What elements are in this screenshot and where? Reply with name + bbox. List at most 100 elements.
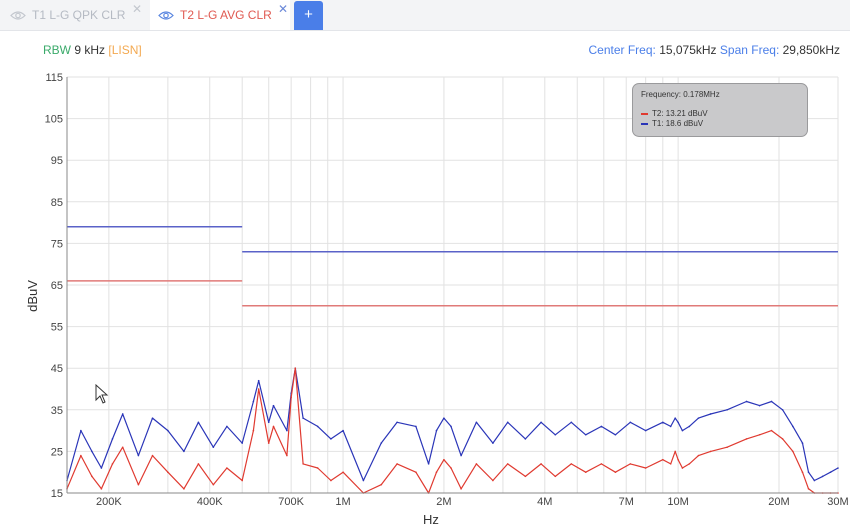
data-point-t1 <box>745 400 748 403</box>
x-tick-label: 1M <box>335 496 350 508</box>
data-point-t2 <box>241 479 243 482</box>
data-point-t2 <box>252 429 255 432</box>
data-point-t1 <box>435 429 438 432</box>
data-point-t2 <box>674 450 676 453</box>
data-point-t1 <box>137 454 140 457</box>
x-tick-label: 700K <box>278 496 304 508</box>
data-point-t2 <box>272 425 275 428</box>
data-point-t1 <box>100 467 103 469</box>
data-point-t1 <box>758 404 761 407</box>
data-point-t2 <box>91 475 93 478</box>
data-point-t2 <box>758 433 761 436</box>
data-point-t2 <box>257 388 260 390</box>
data-point-t2 <box>294 367 297 370</box>
data-point-t1 <box>644 429 647 432</box>
data-point-t1 <box>396 421 398 424</box>
y-axis-label: dBuV <box>25 280 40 312</box>
legend-entry-t2: T2: 13.21 dBuV <box>641 109 708 118</box>
data-point-t2 <box>121 446 124 449</box>
data-point-t1 <box>697 417 700 419</box>
x-tick-label: 400K <box>197 496 223 508</box>
x-tick-label: 4M <box>537 496 552 508</box>
data-point-t1 <box>252 400 255 403</box>
data-point-t2 <box>183 488 185 490</box>
data-point-t2 <box>540 463 542 465</box>
data-point-t1 <box>629 421 632 424</box>
data-point-t2 <box>570 463 573 465</box>
data-point-t2 <box>524 475 527 478</box>
data-point-t1 <box>267 421 270 424</box>
data-point-t2 <box>681 467 684 469</box>
series-line-t1 <box>66 367 839 482</box>
y-tick-label: 25 <box>51 446 63 458</box>
data-point-t1 <box>506 421 509 424</box>
x-tick-label: 2M <box>436 496 451 508</box>
data-point-t2 <box>745 438 748 440</box>
data-point-t2 <box>492 479 494 482</box>
legend-label-t2: T2: 13.21 dBuV <box>652 109 708 118</box>
data-point-t1 <box>167 429 169 432</box>
data-point-t2 <box>111 463 114 465</box>
data-point-t2 <box>415 471 417 474</box>
axes: 15 25 35 45 55 65 75 85 95 105 115 200K 400K 700K 1M 2M… <box>45 72 849 508</box>
data-point-t1 <box>781 409 784 411</box>
data-point-t2 <box>792 450 794 453</box>
data-point-t2 <box>709 450 712 453</box>
y-tick-label: 45 <box>51 363 63 375</box>
y-tick-label: 65 <box>51 280 63 292</box>
y-tick-label: 15 <box>51 488 63 500</box>
y-tick-label: 95 <box>51 155 63 167</box>
data-point-t1 <box>197 421 200 424</box>
data-point-t1 <box>770 400 773 403</box>
data-point-t1 <box>80 429 82 432</box>
data-point-t2 <box>688 463 691 465</box>
data-point-t1 <box>801 442 804 444</box>
data-point-t1 <box>674 417 676 419</box>
data-point-t1 <box>475 421 478 424</box>
data-point-t1 <box>443 417 445 419</box>
data-point-t2 <box>226 467 228 469</box>
data-point-t1 <box>540 421 542 424</box>
spectrum-chart[interactable]: 15 25 35 45 55 65 75 85 95 105 115 200K 400K 700K 1M 2M… <box>0 0 850 531</box>
data-point-t1 <box>492 442 494 444</box>
x-tick-label: 30M <box>827 496 848 508</box>
data-point-t2 <box>801 471 804 474</box>
data-point-t2 <box>460 488 462 490</box>
data-point-t1 <box>302 417 304 419</box>
data-point-t2 <box>396 463 398 465</box>
limit-lines <box>67 226 838 307</box>
data-point-t2 <box>290 396 292 399</box>
data-point-t2 <box>614 471 617 474</box>
data-point-t2 <box>286 454 288 457</box>
data-point-t1 <box>286 429 288 432</box>
data-point-t1 <box>813 479 816 482</box>
data-point-t2 <box>506 463 509 465</box>
data-point-t2 <box>100 488 103 490</box>
data-point-t1 <box>241 442 243 444</box>
data-point-t1 <box>121 413 124 415</box>
x-axis-label: Hz <box>423 512 439 527</box>
data-point-t1 <box>837 467 839 469</box>
data-point-t2 <box>137 483 140 486</box>
data-point-t1 <box>91 450 93 453</box>
data-point-t2 <box>151 454 154 457</box>
data-point-t2 <box>726 446 728 449</box>
y-tick-label: 35 <box>51 405 63 417</box>
data-point-t2 <box>80 454 82 457</box>
data-point-t1 <box>600 425 603 428</box>
legend-entry-t1: T1: 18.6 dBuV <box>641 119 703 128</box>
data-point-t1 <box>212 446 215 449</box>
y-tick-label: 55 <box>51 322 63 334</box>
data-point-t2 <box>443 458 445 461</box>
y-tick-label: 115 <box>45 72 63 84</box>
data-point-t2 <box>677 458 679 461</box>
data-point-t2 <box>662 458 664 461</box>
legend-swatch-t1 <box>641 122 648 125</box>
data-point-t2 <box>554 475 557 478</box>
x-tick-label: 7M <box>619 496 634 508</box>
data-point-t1 <box>316 425 319 428</box>
y-tick-label: 85 <box>51 197 63 209</box>
data-point-t1 <box>570 421 573 424</box>
data-point-t1 <box>614 433 617 436</box>
data-point-t2 <box>267 442 270 444</box>
